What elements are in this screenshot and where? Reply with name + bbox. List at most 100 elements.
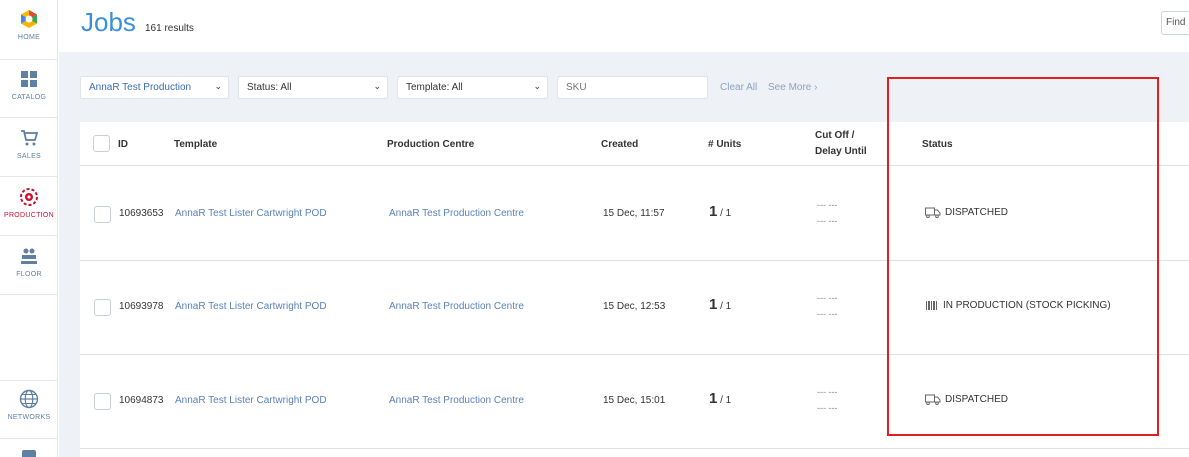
sidebar-more-icon[interactable] bbox=[0, 445, 58, 457]
units-total: / 1 bbox=[720, 301, 732, 312]
result-count: 161 results bbox=[145, 23, 194, 34]
row-checkbox[interactable] bbox=[94, 206, 111, 223]
created-date: 15 Dec, 12:53 bbox=[603, 301, 666, 312]
main-content: AnnaR Test Production ⌄ Status: All ⌄ Te… bbox=[59, 52, 1189, 457]
column-header-id[interactable]: ID bbox=[118, 139, 128, 150]
sidebar-item-floor[interactable]: FLOOR bbox=[0, 245, 58, 278]
column-header-status[interactable]: Status bbox=[922, 139, 953, 150]
status-text: DISPATCHED bbox=[945, 394, 1008, 405]
column-header-cutoff[interactable]: Cut Off / bbox=[815, 130, 854, 141]
page-title: Jobs bbox=[81, 7, 136, 37]
sku-input[interactable] bbox=[557, 76, 708, 99]
production-centre-value: AnnaR Test Production bbox=[89, 82, 192, 93]
template-filter-value: Template: All bbox=[406, 82, 463, 93]
template-select[interactable]: Template: All ⌄ bbox=[397, 76, 548, 99]
units-count: 1 / 1 bbox=[709, 390, 731, 407]
sidebar-item-label: NETWORKS bbox=[7, 414, 51, 421]
grid-icon bbox=[18, 68, 40, 90]
cutoff-values: --- --- --- --- bbox=[817, 290, 837, 322]
sidebar-item-label: FLOOR bbox=[16, 271, 42, 278]
cutoff-values: --- --- --- --- bbox=[817, 384, 837, 416]
units-total: / 1 bbox=[720, 395, 732, 406]
sidebar: HOME CATALOG SALES PRODUCTION FLOOR NETW… bbox=[0, 0, 58, 457]
logo-hexagon-icon bbox=[18, 8, 40, 30]
chevron-down-icon: ⌄ bbox=[533, 81, 541, 91]
globe-icon bbox=[18, 388, 40, 410]
units-count: 1 / 1 bbox=[709, 203, 731, 220]
created-date: 15 Dec, 15:01 bbox=[603, 395, 666, 406]
row-checkbox[interactable] bbox=[94, 299, 111, 316]
status-text: IN PRODUCTION (STOCK PICKING) bbox=[943, 300, 1111, 311]
cutoff-value: --- --- bbox=[817, 387, 838, 397]
units-done: 1 bbox=[709, 203, 718, 220]
sidebar-item-networks[interactable]: NETWORKS bbox=[0, 388, 58, 421]
jobs-table: ID Template Production Centre Created # … bbox=[80, 122, 1189, 457]
sidebar-item-label: SALES bbox=[16, 153, 42, 160]
production-centre-link[interactable]: AnnaR Test Production Centre bbox=[389, 301, 524, 312]
table-header: ID Template Production Centre Created # … bbox=[80, 122, 1189, 166]
template-link[interactable]: AnnaR Test Lister Cartwright POD bbox=[175, 301, 327, 312]
production-centre-link[interactable]: AnnaR Test Production Centre bbox=[389, 395, 524, 406]
page-header: Jobs 161 results Find bbox=[59, 0, 1189, 52]
units-done: 1 bbox=[709, 296, 718, 313]
cutoff-value: --- --- bbox=[817, 293, 838, 303]
table-row[interactable]: 10693978 AnnaR Test Lister Cartwright PO… bbox=[80, 261, 1189, 355]
column-header-production-centre[interactable]: Production Centre bbox=[387, 139, 474, 150]
chevron-down-icon: ⌄ bbox=[373, 81, 381, 91]
clear-all-link[interactable]: Clear All bbox=[720, 82, 757, 93]
row-checkbox[interactable] bbox=[94, 393, 111, 410]
factory-worker-icon bbox=[18, 245, 40, 267]
status-badge: DISPATCHED bbox=[925, 207, 1008, 218]
created-date: 15 Dec, 11:57 bbox=[603, 208, 665, 219]
template-link[interactable]: AnnaR Test Lister Cartwright POD bbox=[175, 208, 327, 219]
status-filter-value: Status: All bbox=[247, 82, 292, 93]
cutoff-values: --- --- --- --- bbox=[817, 197, 837, 229]
select-all-checkbox[interactable] bbox=[93, 135, 110, 152]
find-input[interactable]: Find bbox=[1161, 11, 1189, 35]
chevron-down-icon: ⌄ bbox=[214, 81, 222, 91]
table-row[interactable]: 10694873 AnnaR Test Lister Cartwright PO… bbox=[80, 355, 1189, 449]
table-row[interactable]: 10693653 AnnaR Test Lister Cartwright PO… bbox=[80, 167, 1189, 261]
units-count: 1 / 1 bbox=[709, 296, 731, 313]
delay-value: --- --- bbox=[817, 309, 838, 319]
sidebar-item-label: CATALOG bbox=[11, 94, 47, 101]
filter-bar: AnnaR Test Production ⌄ Status: All ⌄ Te… bbox=[80, 76, 1189, 100]
divider bbox=[0, 380, 58, 381]
see-more-link[interactable]: See More › bbox=[768, 82, 817, 93]
truck-icon bbox=[925, 207, 941, 218]
truck-icon bbox=[925, 394, 941, 405]
divider bbox=[0, 235, 58, 236]
sidebar-item-catalog[interactable]: CATALOG bbox=[0, 68, 58, 101]
sidebar-item-label: PRODUCTION bbox=[3, 212, 55, 219]
delay-value: --- --- bbox=[817, 403, 838, 413]
production-centre-link[interactable]: AnnaR Test Production Centre bbox=[389, 208, 524, 219]
job-id: 10693978 bbox=[119, 301, 164, 312]
job-id: 10693653 bbox=[119, 208, 164, 219]
barcode-icon bbox=[925, 300, 939, 311]
units-done: 1 bbox=[709, 390, 718, 407]
delay-value: --- --- bbox=[817, 216, 838, 226]
units-total: / 1 bbox=[720, 208, 732, 219]
divider bbox=[0, 294, 58, 295]
sidebar-item-home[interactable]: HOME bbox=[0, 8, 58, 41]
sidebar-item-production[interactable]: PRODUCTION bbox=[0, 186, 58, 219]
gear-icon bbox=[18, 186, 40, 208]
divider bbox=[0, 176, 58, 177]
divider bbox=[0, 117, 58, 118]
column-header-delay[interactable]: Delay Until bbox=[815, 146, 867, 157]
column-header-created[interactable]: Created bbox=[601, 139, 638, 150]
cutoff-value: --- --- bbox=[817, 200, 838, 210]
divider bbox=[0, 438, 58, 439]
status-select[interactable]: Status: All ⌄ bbox=[238, 76, 388, 99]
status-text: DISPATCHED bbox=[945, 207, 1008, 218]
divider bbox=[0, 59, 58, 60]
status-badge: IN PRODUCTION (STOCK PICKING) bbox=[925, 300, 1111, 311]
sidebar-item-sales[interactable]: SALES bbox=[0, 127, 58, 160]
production-centre-select[interactable]: AnnaR Test Production ⌄ bbox=[80, 76, 229, 99]
template-link[interactable]: AnnaR Test Lister Cartwright POD bbox=[175, 395, 327, 406]
column-header-units[interactable]: # Units bbox=[708, 139, 741, 150]
column-header-template[interactable]: Template bbox=[174, 139, 217, 150]
status-badge: DISPATCHED bbox=[925, 394, 1008, 405]
cart-icon bbox=[18, 127, 40, 149]
job-id: 10694873 bbox=[119, 395, 164, 406]
